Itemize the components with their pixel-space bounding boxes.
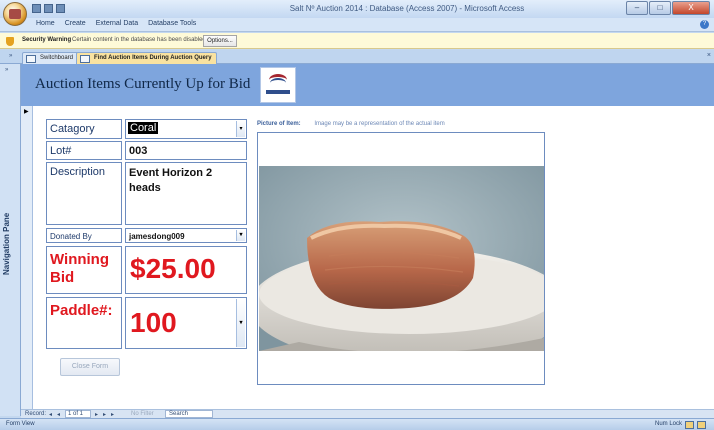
navigation-pane[interactable]: » Navigation Pane	[0, 64, 21, 416]
maximize-button[interactable]: □	[649, 1, 671, 15]
save-icon[interactable]	[32, 4, 41, 13]
ribbon-tab-home[interactable]: Home	[36, 20, 55, 27]
close-tab-icon[interactable]: ×	[707, 52, 711, 59]
category-dropdown-icon[interactable]: ▾	[236, 121, 245, 137]
security-warning-message: Certain content in the database has been…	[72, 37, 206, 43]
shield-warning-icon	[6, 37, 14, 46]
next-record-icon[interactable]: ▸	[95, 411, 98, 418]
security-options-button[interactable]: Options...	[203, 35, 237, 47]
record-label: Record:	[25, 411, 47, 417]
undo-icon[interactable]	[44, 4, 53, 13]
category-value[interactable]: Coral	[128, 122, 159, 134]
record-position[interactable]: 1 of 1	[68, 411, 83, 417]
first-record-icon[interactable]: ◂	[49, 411, 52, 418]
close-window-button[interactable]: X	[672, 1, 710, 15]
security-warning-title: Security Warning	[22, 37, 72, 43]
paddle-combo[interactable]: 100 ▾	[125, 297, 247, 349]
category-combo[interactable]: Coral ▾	[125, 119, 247, 139]
nav-pane-expand-icon[interactable]: »	[5, 67, 8, 73]
navigation-pane-label[interactable]: Navigation Pane	[2, 194, 18, 294]
coral-photo	[259, 166, 544, 351]
picture-label: Picture of Item:	[257, 121, 301, 127]
close-form-button[interactable]: Close Form	[60, 358, 120, 376]
ribbon-tab-external-data[interactable]: External Data	[96, 20, 138, 27]
winning-bid-field[interactable]: $25.00	[125, 246, 247, 294]
lot-label: Lot#	[46, 141, 122, 160]
ribbon: Home Create External Data Database Tools…	[0, 18, 714, 32]
form-title: Auction Items Currently Up for Bid	[35, 76, 251, 92]
category-label: Catagory	[46, 119, 122, 139]
picture-caption: Picture of Item: Image may be a represen…	[257, 121, 445, 127]
lot-field[interactable]: 003	[125, 141, 247, 160]
form-header: Auction Items Currently Up for Bid	[21, 64, 714, 106]
tab-switchboard[interactable]: Switchboard	[22, 52, 79, 64]
ribbon-tabs: Home Create External Data Database Tools	[36, 20, 196, 27]
num-lock-indicator: Num Lock	[654, 421, 682, 427]
search-label[interactable]: Search	[169, 411, 188, 417]
redo-icon[interactable]	[56, 4, 65, 13]
record-pointer-icon: ▶	[24, 109, 29, 115]
donated-by-value[interactable]: jamesdong009	[129, 232, 185, 241]
title-bar: Salt Nº Auction 2014 : Database (Access …	[0, 0, 714, 18]
status-bar: Form View Num Lock	[0, 418, 714, 430]
item-picture-frame	[257, 132, 545, 385]
donated-by-combo[interactable]: jamesdong009 ▾	[125, 228, 247, 243]
form-icon	[26, 55, 36, 63]
filter-status[interactable]: No Filter	[131, 411, 154, 417]
help-icon[interactable]: ?	[700, 20, 709, 29]
auction-form: Auction Items Currently Up for Bid ▶ Cat…	[21, 64, 714, 409]
window-controls: – □ X	[626, 1, 710, 15]
quick-access-toolbar	[32, 4, 65, 13]
minimize-button[interactable]: –	[626, 1, 648, 15]
paddle-dropdown-icon[interactable]: ▾	[236, 299, 245, 347]
description-label: Description	[46, 162, 122, 225]
club-logo	[260, 67, 296, 103]
access-logo-icon	[9, 9, 21, 19]
previous-record-icon[interactable]: ◂	[57, 411, 60, 418]
ribbon-tab-database-tools[interactable]: Database Tools	[148, 20, 196, 27]
form-icon	[80, 55, 90, 63]
status-view-label: Form View	[6, 421, 35, 427]
tab-find-auction-items-label: Find Auction Items During Auction Query	[94, 55, 212, 61]
picture-note: Image may be a representation of the act…	[314, 121, 445, 127]
office-button[interactable]	[3, 2, 27, 26]
paddle-value[interactable]: 100	[130, 307, 177, 338]
tab-find-auction-items[interactable]: Find Auction Items During Auction Query	[76, 52, 217, 64]
donated-by-dropdown-icon[interactable]: ▾	[236, 230, 245, 241]
donated-by-label: Donated By	[46, 228, 122, 243]
record-navigation-bar: Record: ◂ ◂ 1 of 1 ▸ ▸ ▸ No Filter Searc…	[21, 409, 714, 418]
document-tab-strip: » Switchboard Find Auction Items During …	[0, 50, 714, 64]
form-view-icon[interactable]	[685, 421, 694, 429]
description-field[interactable]: Event Horizon 2 heads	[125, 162, 247, 225]
security-warning-bar: Security Warning Certain content in the …	[0, 33, 714, 49]
window-title: Salt Nº Auction 2014 : Database (Access …	[289, 4, 525, 13]
last-record-icon[interactable]: ▸	[103, 411, 106, 418]
winning-bid-label: Winning Bid	[46, 246, 122, 294]
record-selector[interactable]: ▶	[21, 106, 33, 409]
tab-switchboard-label: Switchboard	[40, 55, 74, 61]
nav-pane-toggle-icon[interactable]: »	[9, 53, 12, 59]
new-record-icon[interactable]: ▸	[111, 411, 114, 418]
ribbon-tab-create[interactable]: Create	[65, 20, 86, 27]
layout-view-icon[interactable]	[697, 421, 706, 429]
paddle-label: Paddle#:	[46, 297, 122, 349]
